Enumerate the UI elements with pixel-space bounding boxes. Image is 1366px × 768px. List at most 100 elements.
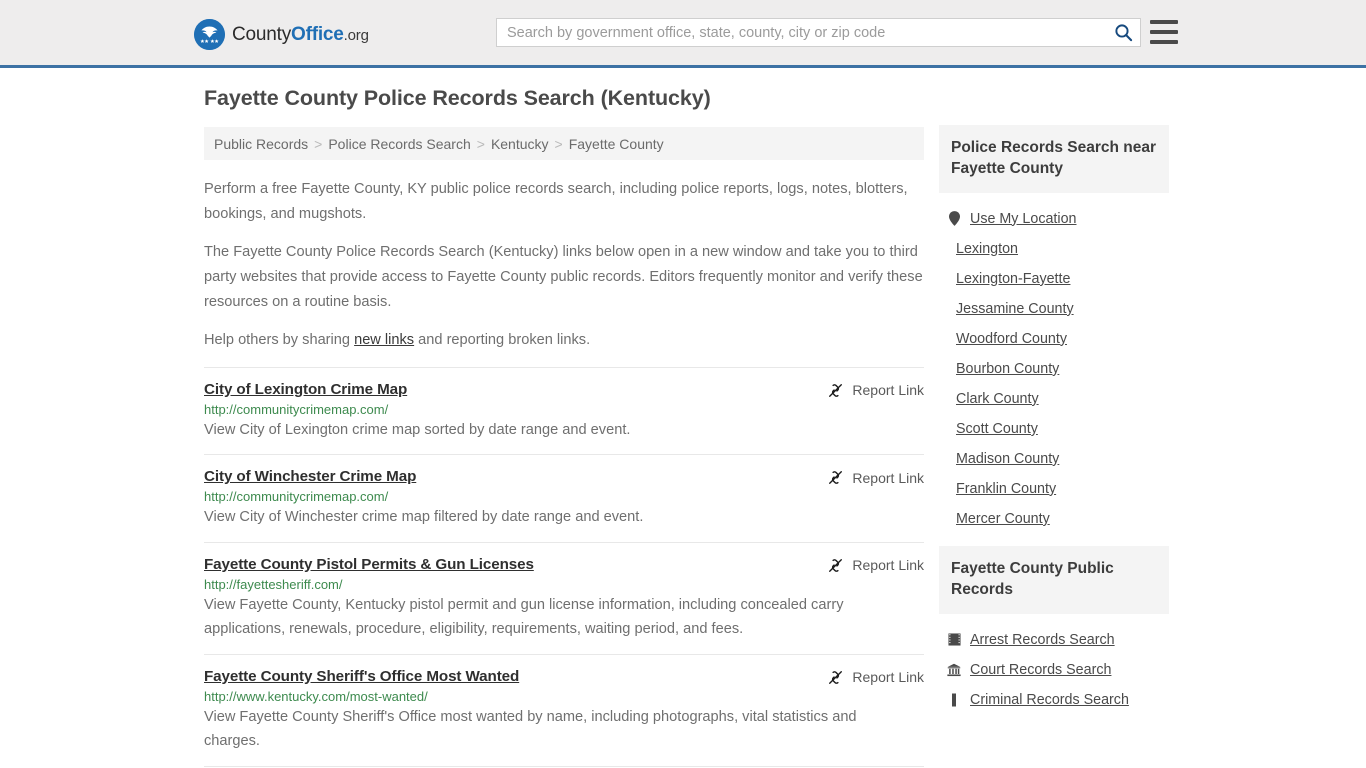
report-link-button[interactable]: Report Link — [827, 469, 924, 486]
sidebar-link[interactable]: Clark County — [956, 391, 1039, 407]
sidebar-public-records-heading: Fayette County Public Records — [939, 545, 1169, 614]
sidebar-link[interactable]: Scott County — [956, 421, 1038, 437]
sidebar: Police Records Search near Fayette Count… — [939, 125, 1169, 727]
sidebar-link[interactable]: Mercer County — [956, 511, 1050, 527]
map-pin-icon — [948, 211, 960, 227]
result-item: City of Winchester Crime Map Report Link h… — [204, 454, 924, 542]
search-icon — [1114, 24, 1132, 42]
result-description: View Fayette County, Kentucky pistol per… — [204, 596, 844, 638]
wordmark-org: .org — [343, 26, 369, 44]
sidebar-link[interactable]: Lexington — [956, 241, 1018, 257]
breadcrumb-item-0[interactable]: Public Records — [214, 136, 308, 152]
site-wordmark: CountyOffice.org — [232, 24, 369, 46]
breadcrumb-separator-0: > — [314, 135, 323, 152]
result-item: City of Lexington Crime Map Report Link ht… — [204, 366, 924, 455]
sidebar-link[interactable]: Arrest Records Search — [970, 632, 1115, 648]
wordmark-county: County — [232, 23, 292, 45]
result-header: Fayette County Sheriff's Office Most Wan… — [204, 668, 924, 686]
hamburger-menu-icon-bar-1 — [1150, 20, 1178, 24]
result-description: View City of Lexington crime map sorted … — [204, 421, 631, 438]
site-header: CountyOffice.org — [0, 0, 1366, 68]
sidebar-link-row[interactable]: Court Records Search — [939, 655, 1169, 685]
sidebar-link-row[interactable]: Bourbon County — [939, 354, 1169, 384]
sidebar-public-records-links: Arrest Records Search Court Records Searc… — [939, 614, 1169, 715]
result-title-link[interactable]: City of Winchester Crime Map — [204, 468, 416, 485]
intro-paragraph-3: Help others by sharing new links and rep… — [204, 328, 924, 353]
result-description: View City of Winchester crime map filter… — [204, 509, 644, 526]
report-link-button[interactable]: Report Link — [827, 382, 924, 399]
search-bar[interactable] — [496, 18, 1141, 47]
sidebar-link-row[interactable]: Lexington-Fayette — [939, 264, 1169, 294]
result-url: http://www.kentucky.com/most-wanted/ — [204, 688, 428, 704]
sidebar-link-row[interactable]: Scott County — [939, 414, 1169, 444]
result-url: http://communitycrimemap.com/ — [204, 489, 389, 505]
result-title-link[interactable]: Fayette County Sheriff's Office Most Wan… — [204, 668, 519, 685]
hamburger-menu-icon-bar-3 — [1150, 40, 1178, 44]
sidebar-link-row[interactable]: Lexington — [939, 234, 1169, 264]
sidebar-link[interactable]: Lexington-Fayette — [956, 271, 1070, 287]
result-item: Fayette County Sheriff's Office Most Wan… — [204, 653, 924, 766]
eagle-shield-logo-icon — [194, 19, 225, 50]
sidebar-link[interactable]: Court Records Search — [970, 662, 1111, 678]
sidebar-link[interactable]: Use My Location — [970, 211, 1076, 227]
report-link-label: Report Link — [852, 469, 924, 486]
report-link-button[interactable]: Report Link — [827, 669, 924, 686]
breadcrumb-item-1[interactable]: Police Records Search — [328, 136, 470, 152]
document-icon — [952, 693, 956, 706]
site-logo-link[interactable]: CountyOffice.org — [194, 19, 369, 50]
broken-link-icon — [829, 471, 843, 485]
result-header: City of Winchester Crime Map Report Link — [204, 468, 924, 486]
sidebar-nearby-links: Use My Location Lexington Lexington-Fayett… — [939, 193, 1169, 534]
report-link-label: Report Link — [852, 669, 924, 686]
sidebar-link[interactable]: Madison County — [956, 451, 1059, 467]
sidebar-link-row[interactable]: Clark County — [939, 384, 1169, 414]
fingerprint-card-icon — [947, 633, 961, 646]
sidebar-link[interactable]: Jessamine County — [956, 301, 1074, 317]
courthouse-icon — [947, 662, 961, 678]
sidebar-link-row[interactable]: Franklin County — [939, 474, 1169, 504]
sidebar-link-row[interactable]: Arrest Records Search — [939, 625, 1169, 655]
result-url: http://fayettesheriff.com/ — [204, 576, 343, 592]
broken-link-icon — [829, 670, 843, 684]
result-item: Fayette County Pistol Permits & Gun Lice… — [204, 541, 924, 654]
sidebar-link-row[interactable]: Woodford County — [939, 324, 1169, 354]
map-pin-icon — [947, 211, 961, 227]
hamburger-menu-button[interactable] — [1150, 20, 1178, 44]
breadcrumb-separator-1: > — [476, 135, 485, 152]
result-title-link[interactable]: City of Lexington Crime Map — [204, 381, 407, 398]
result-title-link[interactable]: Fayette County Pistol Permits & Gun Lice… — [204, 556, 534, 573]
sidebar-link-row[interactable]: Jessamine County — [939, 294, 1169, 324]
result-header: Fayette County Pistol Permits & Gun Lice… — [204, 556, 924, 574]
intro-paragraph-1: Perform a free Fayette County, KY public… — [204, 181, 908, 223]
result-description: View Fayette County Sheriff's Office mos… — [204, 708, 857, 750]
breadcrumb-item-3[interactable]: Fayette County — [569, 136, 664, 152]
intro-3-before: Help others by sharing — [204, 332, 355, 349]
breadcrumb-separator-2: > — [554, 135, 563, 152]
sidebar-link[interactable]: Franklin County — [956, 481, 1056, 497]
sidebar-link-row[interactable]: Mercer County — [939, 504, 1169, 534]
sidebar-link-row[interactable]: Madison County — [939, 444, 1169, 474]
wordmark-office: Office — [291, 23, 344, 45]
results-list: City of Lexington Crime Map Report Link ht… — [204, 366, 924, 768]
sidebar-link-row[interactable]: Use My Location — [939, 204, 1169, 234]
sidebar-box-nearby: Police Records Search near Fayette Count… — [939, 125, 1169, 534]
search-button[interactable] — [1106, 19, 1140, 46]
hamburger-menu-icon-bar-2 — [1150, 30, 1178, 34]
intro-3-after: and reporting broken links. — [414, 332, 591, 349]
report-link-button[interactable]: Report Link — [827, 557, 924, 574]
fingerprint-card-icon — [947, 632, 961, 648]
breadcrumb: Public Records > Police Records Search >… — [204, 127, 924, 160]
sidebar-link[interactable]: Bourbon County — [956, 361, 1059, 377]
sidebar-link[interactable]: Criminal Records Search — [970, 692, 1129, 708]
breadcrumb-item-2[interactable]: Kentucky — [491, 136, 549, 152]
sidebar-link-row[interactable]: Criminal Records Search — [939, 685, 1169, 715]
broken-link-icon — [829, 558, 843, 572]
main-content: Fayette County Police Records Search (Ke… — [204, 86, 924, 768]
sidebar-link[interactable]: Woodford County — [956, 331, 1067, 347]
new-links-link[interactable]: new links — [354, 332, 414, 348]
search-input[interactable] — [497, 19, 1106, 46]
report-link-label: Report Link — [852, 557, 924, 574]
courthouse-icon — [947, 663, 961, 676]
document-icon — [947, 692, 961, 708]
broken-link-icon — [829, 383, 843, 397]
